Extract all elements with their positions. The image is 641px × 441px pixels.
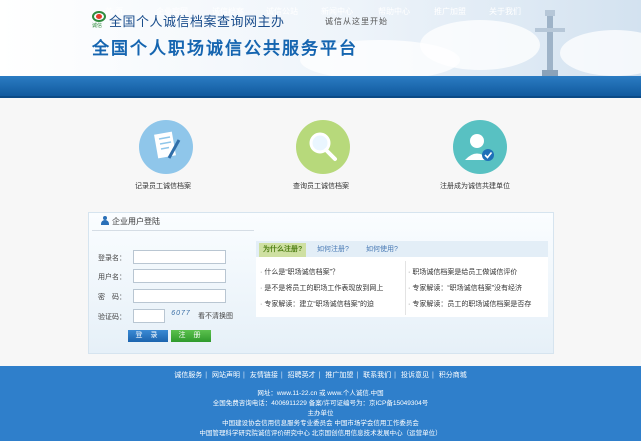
- main-nav: [0, 76, 641, 98]
- nav-promotion[interactable]: 推广加盟: [434, 6, 466, 17]
- login-heading: 企业用户登陆: [112, 217, 160, 226]
- pillar-decoration-icon: [535, 10, 565, 76]
- captcha-label: 验证码：: [98, 314, 126, 321]
- list-item[interactable]: · 是不是将员工的职场工作表现放到网上: [260, 283, 402, 293]
- tab-how-register[interactable]: 如何注册?: [313, 243, 353, 257]
- query-archive-button[interactable]: [296, 120, 350, 174]
- nav-help[interactable]: 帮助中心: [378, 6, 410, 17]
- organizer-title: 全国个人诚信档案查询网主办: [109, 14, 285, 29]
- nav-about[interactable]: 关于我们: [489, 6, 521, 17]
- list-item[interactable]: · 职场诚信档案是给员工做诚信评价: [408, 267, 546, 277]
- nav-company-site[interactable]: 企业官网: [156, 6, 188, 17]
- magnifier-icon: [309, 132, 337, 161]
- footer-hotline: 全国免费咨询电话：4006911229 备案/许可证编号为：京ICP备15049…: [212, 400, 429, 407]
- slogan: 诚信从这里开始: [325, 17, 388, 26]
- feature-label-record[interactable]: 记录员工诚信档案: [135, 181, 191, 191]
- list-item[interactable]: · 专家解读：建立“职场诚信档案”的迫: [260, 299, 402, 309]
- footer-organizer-label: 主办单位: [307, 410, 334, 417]
- list-item[interactable]: · 专家解读：“职场诚信档案”没有经济: [408, 283, 546, 293]
- verified-user-icon: [465, 134, 494, 161]
- footer-link[interactable]: 友情链接: [250, 372, 278, 379]
- register-unit-button[interactable]: [453, 120, 507, 174]
- user-icon: [101, 216, 109, 225]
- footer-organizers: 中国建设协会信用信息服务专业委员会 中国市场学会信用工作委员会: [222, 420, 419, 427]
- footer-link[interactable]: 联系我们: [363, 372, 391, 379]
- nav-home[interactable]: 首 页: [105, 6, 123, 17]
- footer-link[interactable]: 招聘英才: [288, 372, 316, 379]
- captcha-input[interactable]: [133, 309, 165, 323]
- footer-link[interactable]: 积分商城: [439, 372, 467, 379]
- footer-operators: 中国管理科学研究院诚信评价研究中心 北京国创信用信息技术发展中心（运营单位）: [199, 430, 442, 437]
- footer-url: 网址：www.11-22.cn 或 www.个人诚信.中国: [257, 390, 384, 397]
- nav-news[interactable]: 新闻中心: [321, 6, 353, 17]
- login-divider: [92, 230, 254, 231]
- cloud-decoration: [560, 30, 641, 76]
- captcha-image[interactable]: 6077: [168, 310, 194, 322]
- nav-credit-station[interactable]: 诚信公站: [266, 6, 298, 17]
- username-label: 用户名：: [98, 274, 126, 281]
- logo-text: 诚信: [92, 23, 103, 29]
- list-item[interactable]: · 专家解读：员工的职场诚信档案是否存: [408, 299, 546, 309]
- login-name-label: 登录名：: [98, 255, 126, 262]
- faq-divider: [405, 261, 406, 315]
- username-input[interactable]: [133, 269, 226, 283]
- list-item[interactable]: · 什么是“职场诚信档案”？: [260, 267, 402, 277]
- footer-links: 诚信服务 | 网站声明 | 友情链接 | 招聘英才 | 推广加盟 | 联系我们 | 投诉意见…: [174, 372, 467, 379]
- password-label: 密 码：: [98, 294, 126, 301]
- site-title: 全国个人职场诚信公共服务平台: [92, 39, 358, 58]
- captcha-refresh-link[interactable]: 看不清换图: [198, 311, 233, 321]
- record-archive-button[interactable]: [139, 120, 193, 174]
- feature-label-query[interactable]: 查询员工诚信档案: [293, 181, 349, 191]
- login-name-input[interactable]: [133, 250, 226, 264]
- tab-why-register[interactable]: 为什么注册?: [259, 243, 307, 257]
- footer-link[interactable]: 投诉意见: [401, 372, 429, 379]
- tab-how-use[interactable]: 如何使用?: [362, 243, 402, 257]
- nav-credit-archive[interactable]: 诚信档案: [212, 6, 244, 17]
- login-button[interactable]: 登 录: [128, 330, 168, 342]
- cloud-decoration: [420, 20, 540, 70]
- footer-link[interactable]: 网站声明: [212, 372, 240, 379]
- document-pen-icon: [154, 131, 181, 159]
- footer-link[interactable]: 推广加盟: [325, 372, 353, 379]
- password-input[interactable]: [133, 289, 226, 303]
- footer-link[interactable]: 诚信服务: [174, 372, 202, 379]
- feature-label-register[interactable]: 注册成为诚信共建单位: [440, 181, 510, 191]
- register-button[interactable]: 注 册: [171, 330, 211, 342]
